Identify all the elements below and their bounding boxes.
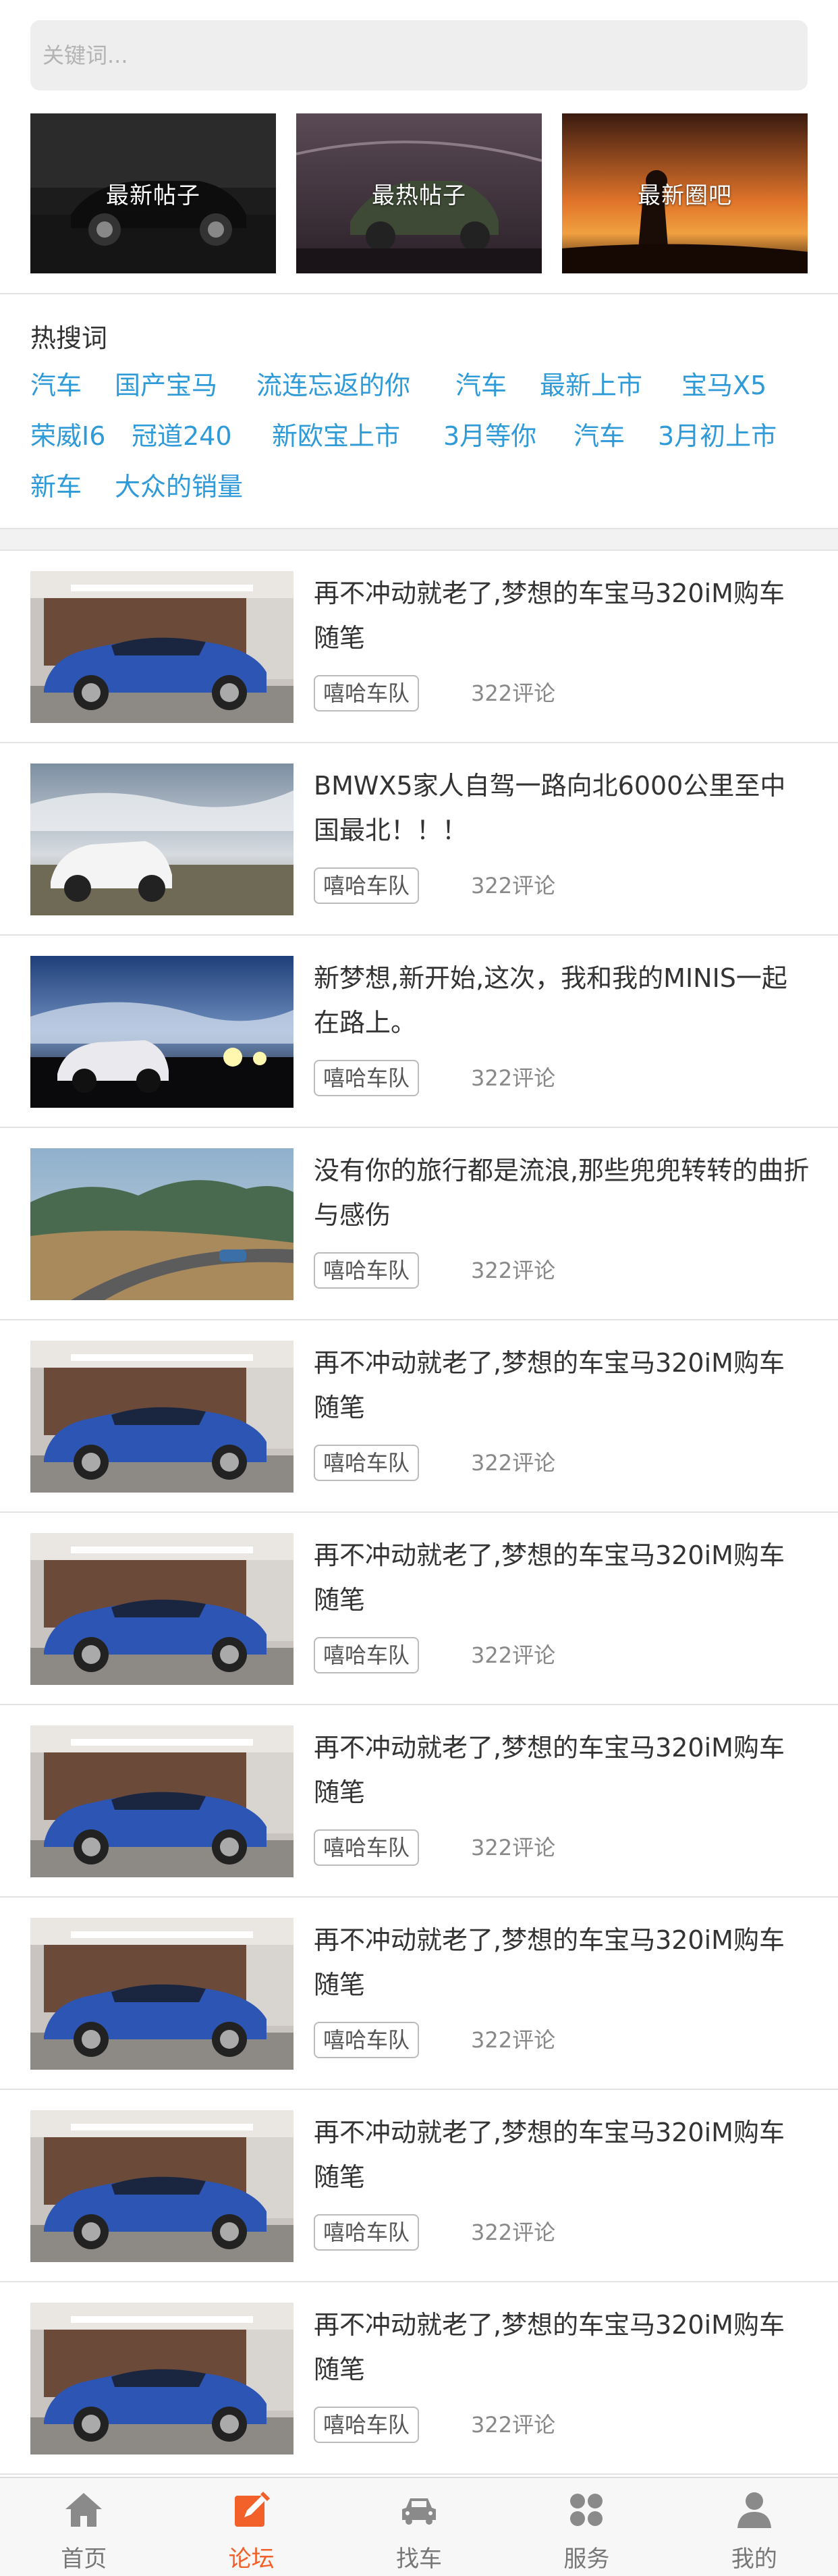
post-badge: 嘻哈车队 [314, 675, 420, 712]
post-title: 再不冲动就老了,梦想的车宝马320iM购车随笔 [314, 579, 785, 653]
hot-tag[interactable]: 冠道240 [132, 415, 232, 452]
post-item[interactable]: 再不冲动就老了,梦想的车宝马320iM购车随笔 嘻哈车队 322评论 [0, 2282, 838, 2475]
home-icon [65, 2493, 103, 2527]
section-divider [0, 293, 838, 294]
forum-edit-icon [234, 2492, 270, 2527]
hot-tag[interactable]: 宝马X5 [681, 365, 766, 402]
post-item[interactable]: 再不冲动就老了,梦想的车宝马320iM购车随笔 嘻哈车队 322评论 [0, 1898, 838, 2090]
hot-tag[interactable]: 新欧宝上市 [272, 415, 400, 452]
category-latest-posts[interactable]: 最新帖子 [30, 113, 276, 273]
post-title: 再不冲动就老了,梦想的车宝马320iM购车随笔 [314, 1540, 785, 1615]
post-title: 再不冲动就老了,梦想的车宝马320iM购车随笔 [314, 1348, 785, 1422]
hot-tag[interactable]: 流连忘返的你 [256, 365, 410, 402]
hot-tag[interactable]: 荣威I6 [30, 415, 105, 452]
user-icon [737, 2492, 771, 2528]
search-input[interactable] [30, 20, 808, 90]
category-label: 最新帖子 [106, 182, 200, 209]
hot-tag[interactable]: 汽车 [30, 365, 82, 402]
section-gap [0, 528, 838, 551]
post-thumbnail [30, 956, 294, 1108]
post-thumbnail [30, 571, 294, 723]
category-hot-posts[interactable]: 最热帖子 [296, 113, 542, 273]
post-badge: 嘻哈车队 [314, 1252, 420, 1289]
post-badge: 嘻哈车队 [314, 1829, 420, 1866]
hot-tag[interactable]: 国产宝马 [115, 365, 217, 402]
post-comments: 322评论 [471, 1258, 556, 1283]
hot-tag[interactable]: 大众的销量 [115, 466, 243, 503]
post-badge: 嘻哈车队 [314, 1637, 420, 1673]
post-badge: 嘻哈车队 [314, 1445, 420, 1481]
category-latest-circles[interactable]: 最新圈吧 [562, 113, 808, 273]
tab-label: 论坛 [228, 2546, 275, 2573]
post-title: 再不冲动就老了,梦想的车宝马320iM购车随笔 [314, 1733, 785, 1807]
post-badge: 嘻哈车队 [314, 2407, 420, 2443]
hot-search-title: 热搜词 [30, 323, 108, 353]
post-badge: 嘻哈车队 [314, 2214, 420, 2251]
post-comments: 322评论 [471, 680, 556, 706]
hot-tag[interactable]: 汽车 [455, 365, 507, 402]
post-item[interactable]: 新梦想,新开始,这次，我和我的MINIS一起在路上。 嘻哈车队 322评论 [0, 936, 838, 1128]
bottom-tab-bar: 首页 论坛 找车 服务 我的 [0, 2477, 838, 2576]
post-thumbnail [30, 2303, 294, 2454]
post-badge: 嘻哈车队 [314, 2022, 420, 2058]
post-thumbnail [30, 1533, 294, 1685]
post-thumbnail [30, 2110, 294, 2262]
tab-service[interactable]: 服务 [503, 2478, 670, 2576]
hot-tag[interactable]: 最新上市 [540, 365, 642, 402]
post-title: 再不冲动就老了,梦想的车宝马320iM购车随笔 [314, 2310, 785, 2384]
post-title: BMWX5家人自驾一路向北6000公里至中国最北！！！ [314, 771, 786, 845]
hot-tag[interactable]: 新车 [30, 466, 82, 503]
post-thumbnail [30, 1148, 294, 1300]
post-item[interactable]: 再不冲动就老了,梦想的车宝马320iM购车随笔 嘻哈车队 322评论 [0, 1320, 838, 1513]
tab-forum[interactable]: 论坛 [167, 2478, 335, 2576]
search-bar [30, 20, 808, 90]
hot-tag[interactable]: 3月初上市 [658, 415, 777, 452]
post-comments: 322评论 [471, 2220, 556, 2245]
post-comments: 322评论 [471, 1642, 556, 1668]
post-item[interactable]: 再不冲动就老了,梦想的车宝马320iM购车随笔 嘻哈车队 322评论 [0, 551, 838, 743]
category-cards: 最新帖子 最热帖子 最新圈吧 [30, 113, 808, 273]
post-item[interactable]: BMWX5家人自驾一路向北6000公里至中国最北！！！ 嘻哈车队 322评论 [0, 743, 838, 936]
service-grid-icon [570, 2494, 603, 2526]
tab-label: 我的 [731, 2546, 777, 2573]
post-comments: 322评论 [471, 2412, 556, 2438]
post-title: 再不冲动就老了,梦想的车宝马320iM购车随笔 [314, 2118, 785, 2192]
post-thumbnail [30, 763, 294, 915]
post-item[interactable]: 再不冲动就老了,梦想的车宝马320iM购车随笔 嘻哈车队 322评论 [0, 2090, 838, 2282]
hot-tag[interactable]: 3月等你 [443, 415, 536, 452]
post-thumbnail [30, 1918, 294, 2070]
post-comments: 322评论 [471, 1065, 556, 1091]
tab-home[interactable]: 首页 [0, 2478, 167, 2576]
category-label: 最热帖子 [372, 182, 466, 209]
post-comments: 322评论 [471, 1450, 556, 1476]
category-label: 最新圈吧 [638, 182, 732, 209]
post-title: 没有你的旅行都是流浪,那些兜兜转转的曲折与感伤 [314, 1156, 810, 1230]
tab-label: 服务 [563, 2546, 610, 2573]
tab-label: 首页 [61, 2546, 107, 2573]
tab-mine[interactable]: 我的 [671, 2478, 838, 2576]
post-badge: 嘻哈车队 [314, 1060, 420, 1096]
tab-label: 找车 [396, 2546, 443, 2573]
post-comments: 322评论 [471, 873, 556, 898]
post-title: 新梦想,新开始,这次，我和我的MINIS一起在路上。 [314, 963, 787, 1038]
tab-find-car[interactable]: 找车 [335, 2478, 503, 2576]
post-badge: 嘻哈车队 [314, 867, 420, 904]
car-icon [402, 2498, 437, 2525]
post-title: 再不冲动就老了,梦想的车宝马320iM购车随笔 [314, 1925, 785, 2000]
hot-tag[interactable]: 汽车 [574, 415, 625, 452]
post-thumbnail [30, 1341, 294, 1493]
post-comments: 322评论 [471, 1835, 556, 1860]
post-item[interactable]: 再不冲动就老了,梦想的车宝马320iM购车随笔 嘻哈车队 322评论 [0, 1705, 838, 1898]
post-item[interactable]: 再不冲动就老了,梦想的车宝马320iM购车随笔 嘻哈车队 322评论 [0, 1513, 838, 1705]
post-item[interactable]: 没有你的旅行都是流浪,那些兜兜转转的曲折与感伤 嘻哈车队 322评论 [0, 1128, 838, 1320]
post-comments: 322评论 [471, 2027, 556, 2053]
post-thumbnail [30, 1725, 294, 1877]
